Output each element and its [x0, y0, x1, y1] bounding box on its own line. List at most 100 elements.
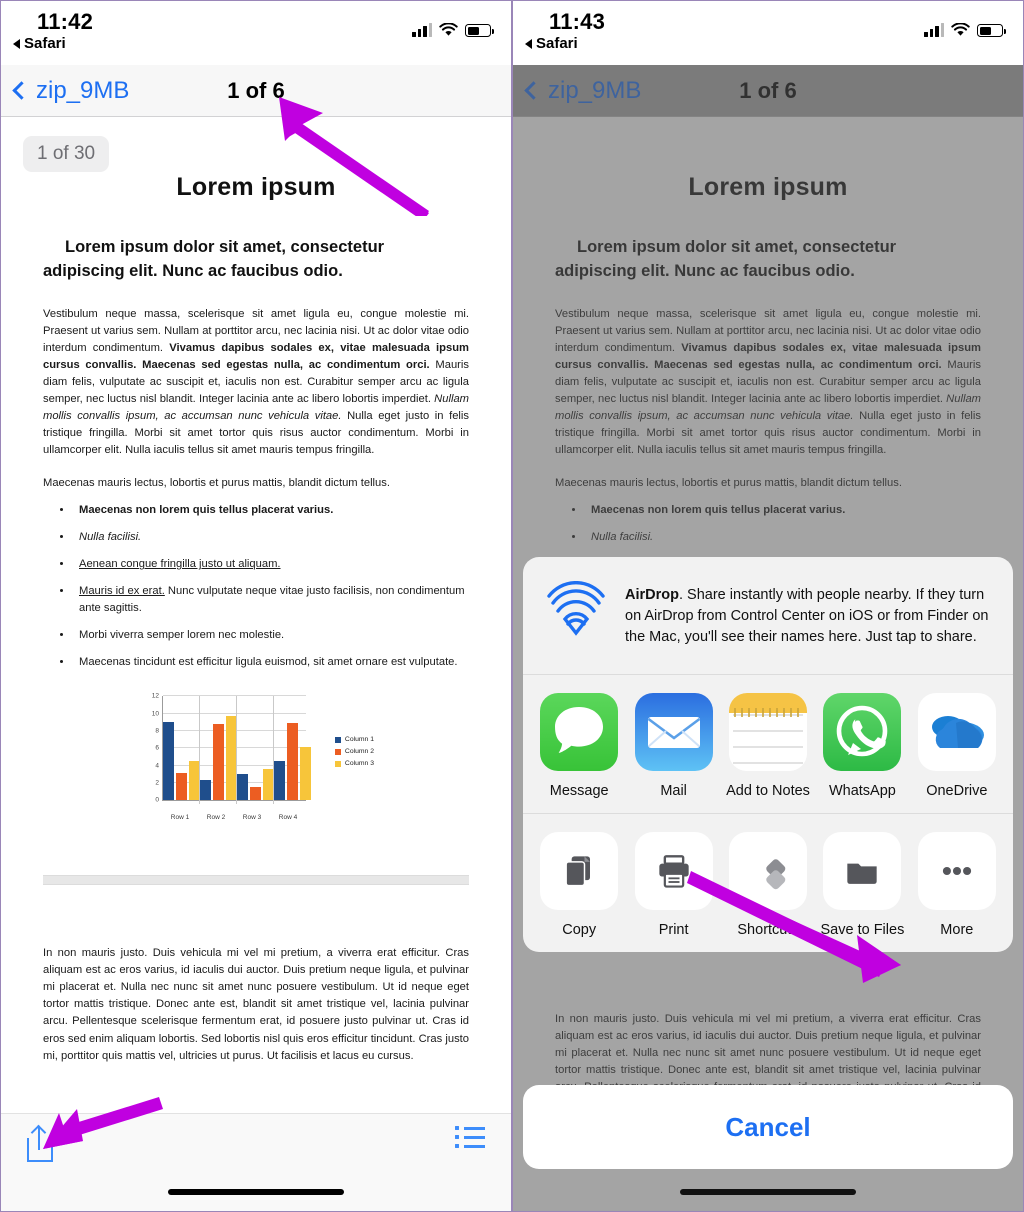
chart-bar	[226, 716, 237, 801]
action-more[interactable]: More	[915, 832, 999, 938]
status-back-to-app[interactable]: Safari	[525, 35, 578, 52]
action-copy[interactable]: Copy	[537, 832, 621, 938]
chart-bar	[250, 787, 261, 801]
status-bar-left: 11:42 Safari	[1, 1, 511, 65]
chart-y-tick-label: 8	[155, 727, 159, 735]
messages-icon	[540, 693, 619, 772]
page-badge: 1 of 30	[23, 136, 110, 172]
chart-legend-entry: Column 1	[334, 736, 374, 744]
document-subtitle: Lorem ipsum dolor sit amet, consectetur …	[43, 238, 385, 280]
chart-x-tick-label: Row 1	[170, 814, 190, 822]
document-bar-chart: 0 2 4 6 8 10 12 Row 1 Row 2 Row 3 Row 4 Column 1 Col…	[43, 692, 469, 827]
nav-bar-left: zip_9MB 1 of 6	[1, 65, 511, 117]
shortcuts-icon	[729, 832, 808, 911]
action-label: Print	[658, 922, 689, 939]
share-target-label: Message	[549, 783, 609, 800]
chart-legend-label: Column 1	[344, 736, 374, 744]
onedrive-icon	[917, 693, 996, 772]
list-item: Aenean congue fringilla justo ut aliquam…	[73, 556, 469, 572]
wifi-icon	[951, 23, 970, 36]
share-target-mail[interactable]: Mail	[631, 693, 715, 799]
status-time: 11:42	[37, 9, 94, 34]
chart-bar	[213, 724, 224, 801]
chart-bar	[287, 723, 298, 801]
status-indicators	[924, 23, 1006, 37]
print-icon	[634, 832, 713, 911]
home-indicator	[680, 1189, 856, 1195]
notes-icon	[729, 693, 808, 772]
back-triangle-icon	[525, 38, 532, 49]
share-target-whatsapp[interactable]: WhatsApp	[820, 693, 904, 799]
document-paragraph-1: Vestibulum neque massa, scelerisque sit …	[43, 307, 469, 456]
more-ellipsis-icon	[917, 832, 996, 911]
right-phone-screenshot: 11:43 Safari zip_9MB 1 of 6	[512, 0, 1024, 1212]
document-paragraph-2: Maecenas mauris lectus, lobortis et puru…	[43, 476, 390, 489]
chart-bar-groups	[163, 696, 311, 805]
chart-bar-group	[200, 696, 237, 805]
share-icon[interactable]	[27, 1124, 53, 1162]
share-target-label: Add to Notes	[726, 783, 810, 800]
bottom-toolbar-left	[1, 1113, 511, 1211]
list-item: Nulla facilisi.	[73, 529, 469, 545]
share-actions-row: Copy Print Shortcuts Save to Files More	[523, 814, 1013, 952]
cancel-button[interactable]: Cancel	[523, 1085, 1013, 1169]
chart-bar-group	[163, 696, 200, 805]
wifi-icon	[439, 23, 458, 36]
list-item: Morbi viverra semper lorem nec molestie.	[73, 627, 469, 643]
status-back-to-app[interactable]: Safari	[13, 35, 66, 52]
back-triangle-icon	[13, 38, 20, 49]
chart-y-tick-label: 10	[151, 710, 159, 718]
chevron-left-icon	[12, 81, 31, 100]
share-target-label: WhatsApp	[828, 783, 896, 800]
chart-legend-swatch	[334, 760, 341, 767]
whatsapp-icon	[823, 693, 902, 772]
page-separator	[43, 875, 469, 886]
action-label: Copy	[562, 922, 597, 939]
document-page-1: Lorem ipsum Lorem ipsum dolor sit amet, …	[1, 173, 511, 886]
chart-legend-swatch	[334, 736, 341, 743]
document-page2-paragraph: In non mauris justo. Duis vehicula mi ve…	[43, 947, 469, 1062]
chart-y-tick-label: 6	[155, 744, 159, 752]
airdrop-row[interactable]: AirDrop. Share instantly with people nea…	[523, 557, 1013, 676]
home-indicator	[168, 1189, 344, 1195]
document-bullet-list: Maecenas non lorem quis tellus placerat …	[73, 502, 469, 671]
signal-bars-icon	[924, 23, 944, 37]
status-indicators	[412, 23, 494, 37]
chart-bar	[163, 721, 174, 801]
chart-y-tick-label: 2	[155, 779, 159, 787]
chart-x-tick-label: Row 2	[206, 814, 226, 822]
chart-y-tick-label: 4	[155, 762, 159, 770]
chart-y-tick-label: 12	[151, 692, 159, 700]
share-target-onedrive[interactable]: OneDrive	[915, 693, 999, 799]
document-title: Lorem ipsum	[176, 173, 336, 201]
cancel-label: Cancel	[725, 1111, 811, 1142]
chart-bar	[263, 769, 274, 801]
status-back-label: Safari	[24, 35, 66, 52]
share-apps-row: Message Mail Add to Notes WhatsApp OneDr…	[523, 675, 1013, 815]
chart-legend-entry: Column 2	[334, 748, 374, 756]
action-save-to-files[interactable]: Save to Files	[820, 832, 904, 938]
status-bar-right: 11:43 Safari	[513, 1, 1023, 65]
action-shortcuts[interactable]: Shortcuts	[726, 832, 810, 938]
chart-legend-entry: Column 3	[334, 760, 374, 768]
chart-legend-label: Column 3	[344, 760, 374, 768]
nav-back-button[interactable]: zip_9MB	[12, 77, 129, 105]
chart-bar-group	[274, 696, 311, 801]
list-item: Mauris id ex erat. Nunc vulputate neque …	[73, 583, 469, 615]
list-view-icon[interactable]	[455, 1126, 485, 1148]
share-target-notes[interactable]: Add to Notes	[726, 693, 810, 799]
chart-bar	[200, 779, 211, 801]
status-back-label: Safari	[536, 35, 578, 52]
chart-legend-label: Column 2	[344, 748, 374, 756]
chart-bar	[237, 773, 248, 801]
action-print[interactable]: Print	[631, 832, 715, 938]
chart-bar-group	[237, 696, 274, 805]
airdrop-icon	[545, 581, 607, 643]
action-label: More	[940, 922, 974, 939]
chart-x-labels: Row 1 Row 2 Row 3 Row 4	[162, 814, 306, 821]
document-scroll-area[interactable]: 1 of 30 Lorem ipsum Lorem ipsum dolor si…	[1, 117, 511, 1115]
share-target-message[interactable]: Message	[537, 693, 621, 799]
list-item: Maecenas tincidunt est efficitur ligula …	[73, 654, 469, 670]
folder-icon	[823, 832, 902, 911]
chart-y-tick-label: 0	[155, 796, 159, 804]
